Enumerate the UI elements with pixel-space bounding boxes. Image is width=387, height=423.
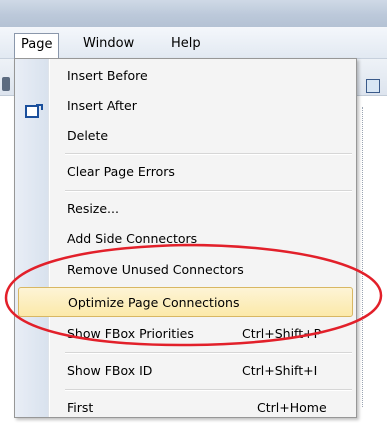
menu-item-remove-unused-connectors[interactable]: Remove Unused Connectors [17, 255, 354, 285]
menu-item-label: Insert Before [67, 68, 148, 83]
menu-item-shortcut: Ctrl+Shift+I [242, 363, 318, 378]
menu-window[interactable]: Window [77, 34, 140, 54]
toolbar-icon [2, 77, 10, 91]
menu-bar: Page Window Help [0, 27, 387, 59]
page-dropdown-menu: Insert Before Insert After Delete Clear … [14, 58, 357, 418]
menu-item-add-side-connectors[interactable]: Add Side Connectors [17, 224, 354, 254]
menu-item-first[interactable]: First Ctrl+Home [17, 393, 354, 423]
menu-item-label: Add Side Connectors [67, 231, 198, 246]
menu-help[interactable]: Help [165, 34, 207, 54]
toolbar-icon [366, 79, 380, 93]
menu-item-label: Remove Unused Connectors [67, 262, 244, 277]
menu-item-label: Insert After [67, 98, 137, 113]
page-grid-line [362, 107, 364, 407]
menu-item-clear-page-errors[interactable]: Clear Page Errors [17, 157, 354, 187]
menu-separator [65, 389, 352, 391]
menu-item-delete[interactable]: Delete [17, 121, 354, 151]
menu-item-label: Show FBox ID [67, 363, 153, 378]
menu-separator [65, 352, 352, 354]
menu-item-show-fbox-priorities[interactable]: Show FBox Priorities Ctrl+Shift+P [17, 319, 354, 349]
menu-item-show-fbox-id[interactable]: Show FBox ID Ctrl+Shift+I [17, 356, 354, 386]
menu-item-label: Resize... [67, 201, 119, 216]
menu-item-insert-before[interactable]: Insert Before [17, 61, 354, 91]
menu-separator [65, 190, 352, 192]
menu-item-shortcut: Ctrl+Shift+P [242, 326, 322, 341]
menu-page[interactable]: Page [14, 33, 60, 58]
menu-item-label: Optimize Page Connections [68, 295, 240, 310]
menu-item-label: First [67, 400, 94, 415]
menu-item-label: Show FBox Priorities [67, 326, 194, 341]
menu-item-resize[interactable]: Resize... [17, 194, 354, 224]
menu-item-optimize-page-connections[interactable]: Optimize Page Connections [18, 287, 353, 317]
window-titlebar [0, 0, 387, 27]
menu-item-label: Delete [67, 128, 109, 143]
menu-item-insert-after[interactable]: Insert After [17, 91, 354, 121]
menu-separator [65, 153, 352, 155]
menu-item-shortcut: Ctrl+Home [257, 400, 327, 415]
menu-item-label: Clear Page Errors [67, 164, 175, 179]
